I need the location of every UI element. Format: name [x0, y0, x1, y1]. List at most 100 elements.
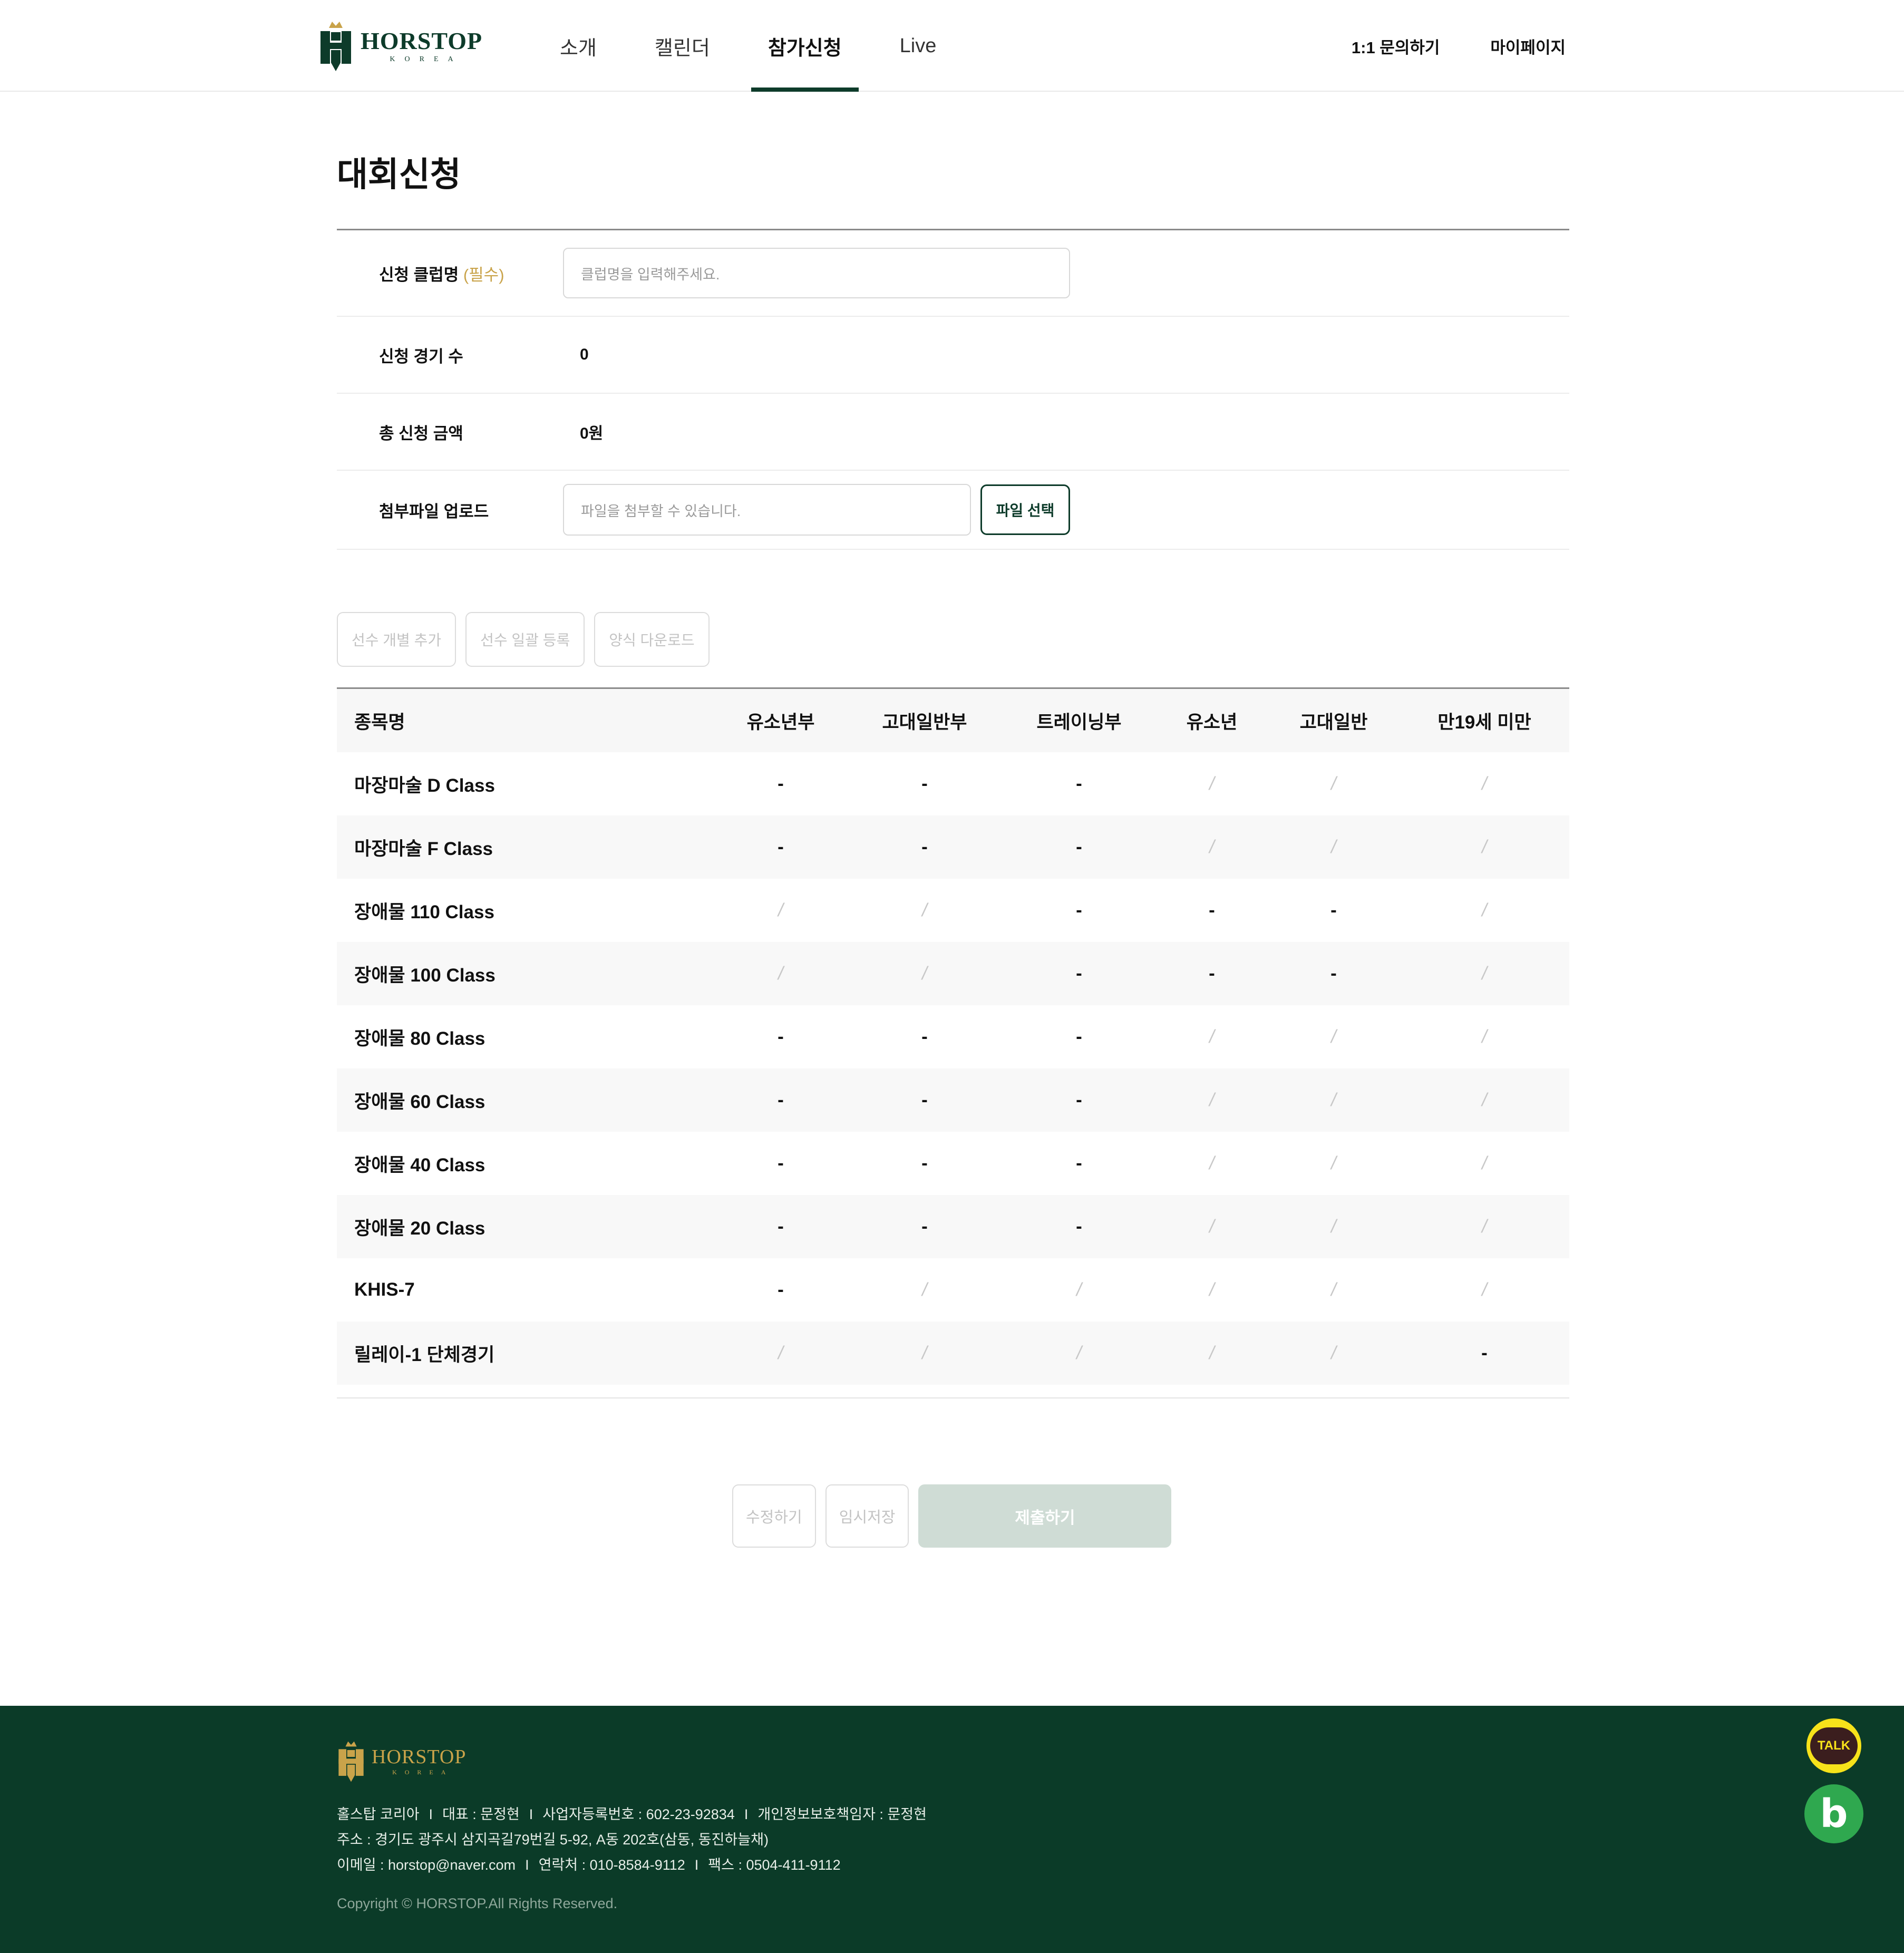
unavailable-cell: /: [1331, 1279, 1336, 1300]
unavailable-cell: /: [1331, 773, 1336, 794]
nav-tab-apply[interactable]: 참가신청: [751, 0, 859, 92]
entry-count-cell[interactable]: -: [714, 773, 847, 794]
club-label: 신청 클럽명 (필수): [337, 261, 563, 285]
unavailable-cell: /: [1209, 773, 1215, 794]
count-label: 신청 경기 수: [379, 347, 463, 366]
entry-count-cell[interactable]: -: [1156, 900, 1268, 921]
unavailable-cell: /: [1209, 1343, 1215, 1363]
upload-row: 첨부파일 업로드 파일을 첨부할 수 있습니다. 파일 선택: [337, 471, 1569, 550]
header-col: 트레이닝부: [1036, 712, 1122, 733]
table-bottom-divider: [337, 1385, 1569, 1398]
entry-count-cell[interactable]: -: [714, 1279, 847, 1300]
unavailable-cell: /: [1482, 900, 1487, 920]
table-row: KHIS-7 - / / / / /: [337, 1258, 1569, 1322]
event-name-cell: 릴레이-1 단체경기: [354, 1344, 495, 1365]
site-footer: HORSTOP KOREA 홀스탑 코리아 I 대표 : 문정현 I 사업자등록번호 :…: [0, 1706, 1904, 1953]
logo-brand: HORSTOP: [361, 27, 483, 54]
entry-count-cell[interactable]: -: [714, 1216, 847, 1237]
table-row: 장애물 40 Class - - - / / /: [337, 1132, 1569, 1195]
footer-privacy: 개인정보보호책임자 : 문정현: [757, 1806, 927, 1822]
event-name-cell: 마장마술 D Class: [354, 775, 495, 796]
amount-row: 총 신청 금액 0원: [337, 394, 1569, 471]
header-event-name: 종목명: [354, 712, 405, 733]
add-player-button[interactable]: 선수 개별 추가: [337, 612, 456, 667]
footer-address: 주소 : 경기도 광주시 삼지곡길79번길 5-92, A동 202호(삼동, …: [337, 1832, 769, 1848]
entry-count-cell[interactable]: -: [847, 1216, 1002, 1237]
entry-count-cell[interactable]: -: [847, 1090, 1002, 1111]
amount-label: 총 신청 금액: [379, 424, 463, 443]
entry-count-cell[interactable]: -: [1400, 1343, 1569, 1364]
unavailable-cell: /: [1482, 773, 1487, 794]
footer-ceo: 대표 : 문정현: [442, 1806, 520, 1822]
unavailable-cell: /: [1209, 1279, 1215, 1300]
entry-count-cell[interactable]: -: [1002, 1216, 1156, 1237]
entry-count-cell[interactable]: -: [847, 837, 1002, 858]
mypage-link[interactable]: 마이페이지: [1490, 34, 1566, 58]
entry-count-cell[interactable]: -: [1268, 963, 1400, 984]
header-col: 유소년: [1186, 712, 1238, 733]
entry-count-cell[interactable]: -: [1002, 1090, 1156, 1111]
temp-save-button[interactable]: 임시저장: [825, 1484, 909, 1548]
header-col: 고대일반: [1299, 712, 1368, 733]
blog-button[interactable]: b: [1804, 1784, 1863, 1843]
events-table: 종목명 유소년부 고대일반부 트레이닝부 유소년 고대일반 만19세 미만 마장…: [337, 687, 1569, 1398]
count-value: 0: [580, 346, 589, 363]
event-name-cell: 장애물 60 Class: [354, 1091, 485, 1112]
entry-count-cell[interactable]: -: [714, 1153, 847, 1174]
entry-count-cell[interactable]: -: [714, 1090, 847, 1111]
footer-info: 홀스탑 코리아 I 대표 : 문정현 I 사업자등록번호 : 602-23-92834 I…: [337, 1802, 927, 1878]
entry-count-cell[interactable]: -: [1156, 963, 1268, 984]
util-links: 1:1 문의하기 마이페이지: [1352, 0, 1566, 92]
entry-count-cell[interactable]: -: [1268, 900, 1400, 921]
footer-separator: I: [429, 1806, 433, 1822]
inquiry-link[interactable]: 1:1 문의하기: [1352, 34, 1440, 58]
entry-count-cell[interactable]: -: [847, 1026, 1002, 1047]
unavailable-cell: /: [1076, 1343, 1082, 1363]
edit-button[interactable]: 수정하기: [732, 1484, 816, 1548]
footer-separator: I: [525, 1857, 529, 1873]
nav-tab-calendar[interactable]: 캘린더: [638, 0, 727, 92]
kakao-talk-button[interactable]: TALK: [1804, 1716, 1863, 1775]
table-row: 장애물 20 Class - - - / / /: [337, 1195, 1569, 1258]
upload-input[interactable]: 파일을 첨부할 수 있습니다.: [563, 484, 971, 536]
unavailable-cell: /: [1331, 1216, 1336, 1237]
footer-logo: HORSTOP KOREA: [337, 1741, 466, 1783]
footer-logo-brand: HORSTOP: [372, 1746, 467, 1768]
entry-count-cell[interactable]: -: [1002, 963, 1156, 984]
footer-email: 이메일 : horstop@naver.com: [337, 1857, 516, 1873]
entry-count-cell[interactable]: -: [1002, 1153, 1156, 1174]
kakao-talk-icon: TALK: [1810, 1727, 1858, 1764]
nav-tab-intro[interactable]: 소개: [543, 0, 614, 92]
upload-label: 첨부파일 업로드: [379, 502, 489, 521]
unavailable-cell: /: [1482, 1153, 1487, 1173]
event-name-cell: 장애물 40 Class: [354, 1154, 485, 1175]
submit-button[interactable]: 제출하기: [918, 1484, 1172, 1548]
entry-count-cell[interactable]: -: [847, 1153, 1002, 1174]
application-form: 신청 클럽명 (필수) 클럽명을 입력해주세요. 신청 경기 수 0 총 신청 …: [337, 229, 1569, 550]
entry-count-cell[interactable]: -: [1002, 900, 1156, 921]
entry-count-cell[interactable]: -: [1002, 1026, 1156, 1047]
unavailable-cell: /: [1482, 1279, 1487, 1300]
unavailable-cell: /: [1076, 1279, 1082, 1300]
unavailable-cell: /: [922, 1279, 927, 1300]
entry-count-cell[interactable]: -: [714, 1026, 847, 1047]
download-form-button[interactable]: 양식 다운로드: [594, 612, 710, 667]
form-actions: 수정하기 임시저장 제출하기: [732, 1484, 1172, 1548]
bulk-register-button[interactable]: 선수 일괄 등록: [465, 612, 585, 667]
site-logo[interactable]: HORSTOP KOREA: [318, 20, 482, 73]
club-name-input[interactable]: 클럽명을 입력해주세요.: [563, 248, 1070, 298]
entry-count-cell[interactable]: -: [847, 773, 1002, 794]
unavailable-cell: /: [778, 1343, 783, 1363]
entry-count-cell[interactable]: -: [1002, 837, 1156, 858]
entry-count-cell[interactable]: -: [1002, 773, 1156, 794]
entry-count-cell[interactable]: -: [714, 837, 847, 858]
unavailable-cell: /: [922, 900, 927, 920]
club-row: 신청 클럽명 (필수) 클럽명을 입력해주세요.: [337, 230, 1569, 317]
unavailable-cell: /: [1482, 1216, 1487, 1237]
file-select-button[interactable]: 파일 선택: [980, 484, 1070, 535]
nav-tab-live[interactable]: Live: [883, 0, 954, 92]
footer-phone: 연락처 : 010-8584-9112: [538, 1857, 685, 1873]
table-row: 장애물 60 Class - - - / / /: [337, 1068, 1569, 1132]
unavailable-cell: /: [778, 963, 783, 984]
unavailable-cell: /: [1331, 1090, 1336, 1110]
